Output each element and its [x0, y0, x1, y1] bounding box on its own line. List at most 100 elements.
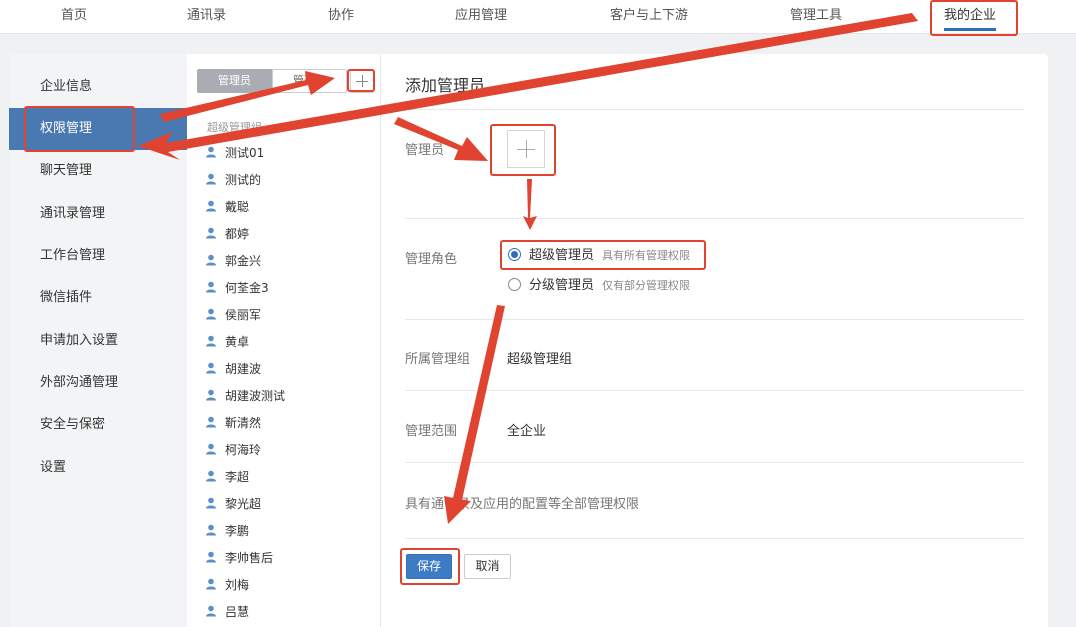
sidebar-item-chat[interactable]: 聊天管理 [9, 150, 187, 192]
person-icon [205, 335, 225, 349]
sidebar-item-contacts[interactable]: 通讯录管理 [9, 193, 187, 235]
divider [405, 462, 1024, 463]
radio-button-checked[interactable] [508, 248, 521, 261]
admin-list-item[interactable]: 都婷 [205, 223, 249, 245]
person-icon [205, 578, 225, 592]
divider [405, 218, 1024, 219]
admin-list-item[interactable]: 胡建波 [205, 358, 261, 380]
divider [405, 538, 1024, 539]
admin-list-item[interactable]: 柯海玲 [205, 439, 261, 461]
admin-name: 何荃金3 [225, 281, 269, 295]
admin-name: 黎光超 [225, 497, 262, 511]
person-icon [205, 497, 225, 511]
admin-list-item[interactable]: 靳清然 [205, 412, 261, 434]
sidebar-item-join-settings[interactable]: 申请加入设置 [9, 320, 187, 362]
admin-group-title: 超级管理组 [207, 121, 262, 132]
sidebar-item-workbench[interactable]: 工作台管理 [9, 235, 187, 277]
nav-my-enterprise[interactable]: 我的企业 [944, 0, 997, 34]
admin-name: 靳清然 [225, 416, 262, 430]
group-value: 超级管理组 [507, 352, 573, 367]
admin-list-item[interactable]: 李鹏 [205, 520, 249, 542]
admin-list-item[interactable]: 李超 [205, 466, 249, 488]
admin-list-item[interactable]: 胡建波测试 [205, 385, 285, 407]
admin-list-item[interactable]: 黄卓 [205, 331, 249, 353]
role-description: 具有通讯录及应用的配置等全部管理权限 [405, 497, 640, 512]
person-icon [205, 551, 225, 565]
role-option-label: 分级管理员 [529, 278, 595, 293]
admin-name: 李鹏 [225, 524, 250, 538]
sidebar-item-permissions[interactable]: 权限管理 [9, 108, 187, 150]
role-option-label: 超级管理员 [529, 248, 595, 263]
cancel-button[interactable]: 取消 [464, 554, 511, 579]
admin-list-item[interactable]: 戴聪 [205, 196, 249, 218]
person-icon [205, 524, 225, 538]
admin-name: 李帅售后 [225, 551, 274, 565]
person-icon [205, 470, 225, 484]
nav-home[interactable]: 首页 [61, 0, 87, 34]
admin-name: 吕慧 [225, 605, 250, 619]
admin-label: 管理员 [405, 143, 445, 158]
admin-list-item[interactable]: 黎光超 [205, 493, 261, 515]
person-icon [205, 281, 225, 295]
sidebar: 企业信息 权限管理 聊天管理 通讯录管理 工作台管理 微信插件 申请加入设置 外… [9, 54, 187, 627]
person-icon [205, 308, 225, 322]
role-option-hint: 仅有部分管理权限 [602, 279, 691, 292]
admin-list-item[interactable]: 测试01 [205, 142, 264, 164]
admin-name: 胡建波 [225, 362, 262, 376]
nav-my-enterprise-label: 我的企业 [944, 8, 997, 23]
person-icon [205, 389, 225, 403]
page-title: 添加管理员 [405, 76, 486, 95]
sidebar-item-external[interactable]: 外部沟通管理 [9, 362, 187, 404]
top-nav: 首页 通讯录 协作 应用管理 客户与上下游 管理工具 我的企业 [0, 0, 1076, 34]
admin-list-item[interactable]: 侯丽军 [205, 304, 261, 326]
tab-admin-groups[interactable]: 管理组 [272, 69, 347, 93]
nav-management-tools[interactable]: 管理工具 [790, 0, 842, 34]
save-button[interactable]: 保存 [406, 554, 452, 579]
admin-list-item[interactable]: 李帅售后 [205, 547, 273, 569]
admin-list-panel: 管理员 管理组 超级管理组 测试01 测试的戴聪都婷郭金兴何荃金3 侯丽军黄卓胡建波… [187, 54, 381, 627]
admin-name: 胡建波测试 [225, 389, 286, 403]
person-icon [205, 200, 225, 214]
radio-button[interactable] [508, 278, 521, 291]
person-icon [205, 173, 225, 187]
divider [405, 109, 1024, 110]
nav-collaboration[interactable]: 协作 [328, 0, 354, 34]
sidebar-item-wechat-plugin[interactable]: 微信插件 [9, 277, 187, 319]
add-admin-button[interactable] [350, 69, 374, 93]
admin-name: 戴聪 [225, 200, 250, 214]
scope-label: 管理范围 [405, 424, 458, 439]
admin-name: 刘梅 [225, 578, 250, 592]
person-icon [205, 254, 225, 268]
admin-list-item[interactable]: 测试的 [205, 169, 261, 191]
role-option-sub-admin[interactable]: 分级管理员 仅有部分管理权限 [508, 277, 690, 295]
admin-name: 都婷 [225, 227, 250, 241]
admin-list-item[interactable]: 郭金兴 [205, 250, 261, 272]
person-icon [205, 416, 225, 430]
sidebar-item-security[interactable]: 安全与保密 [9, 404, 187, 446]
admin-list-item[interactable]: 吕慧 [205, 601, 249, 623]
admin-name: 郭金兴 [225, 254, 262, 268]
nav-customers-partners[interactable]: 客户与上下游 [610, 0, 688, 34]
scope-value: 全企业 [507, 424, 547, 439]
divider [405, 319, 1024, 320]
add-admin-member-button[interactable] [507, 130, 545, 168]
sidebar-item-enterprise-info[interactable]: 企业信息 [9, 66, 187, 108]
sidebar-item-settings[interactable]: 设置 [9, 447, 187, 489]
admin-list-item[interactable]: 何荃金3 [205, 277, 269, 299]
person-icon [205, 227, 225, 241]
admin-name: 测试的 [225, 173, 262, 187]
admin-name: 黄卓 [225, 335, 250, 349]
tab-admins[interactable]: 管理员 [197, 69, 272, 93]
admin-list-item[interactable]: 刘梅 [205, 574, 249, 596]
role-option-super-admin[interactable]: 超级管理员 具有所有管理权限 [508, 247, 690, 265]
person-icon [205, 362, 225, 376]
nav-app-management[interactable]: 应用管理 [455, 0, 507, 34]
active-tab-underline [944, 28, 997, 31]
group-label: 所属管理组 [405, 352, 471, 367]
admin-name: 侯丽军 [225, 308, 262, 322]
person-icon [205, 146, 225, 160]
divider [405, 390, 1024, 391]
nav-contacts[interactable]: 通讯录 [187, 0, 226, 34]
admin-name: 柯海玲 [225, 443, 262, 457]
role-option-hint: 具有所有管理权限 [602, 249, 691, 262]
